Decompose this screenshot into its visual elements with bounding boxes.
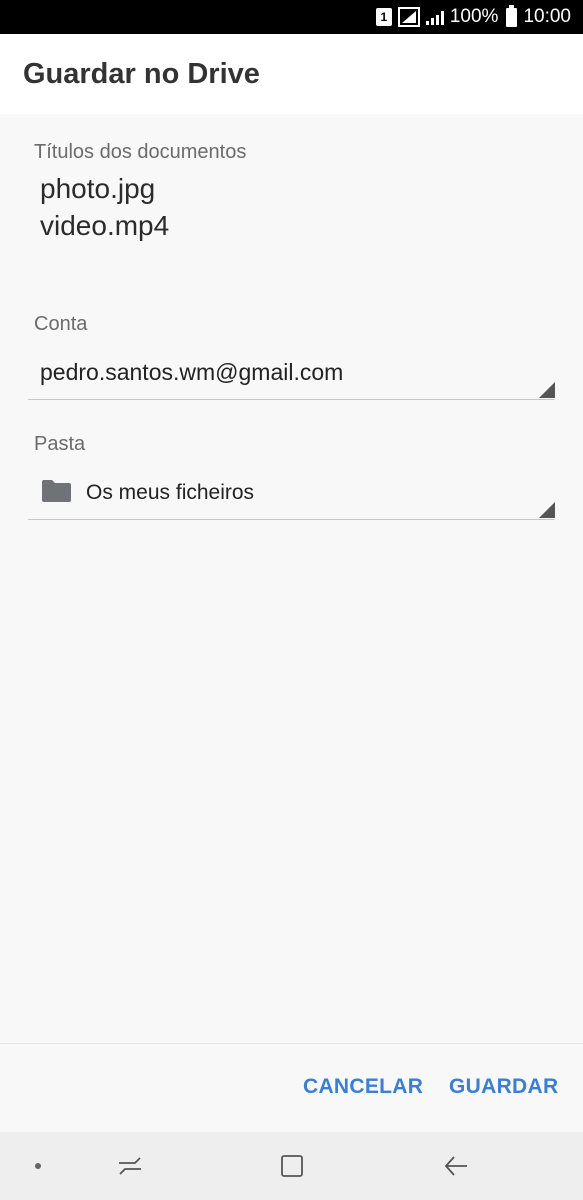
- back-icon[interactable]: [443, 1154, 469, 1178]
- account-dropdown[interactable]: pedro.santos.wm@gmail.com: [28, 344, 555, 400]
- documents-label: Títulos dos documentos: [34, 141, 247, 163]
- status-bar: 1 100% 10:00: [0, 0, 583, 34]
- page-title: Guardar no Drive: [23, 58, 260, 90]
- document-title-video: video.mp4: [40, 210, 170, 241]
- folder-dropdown[interactable]: Os meus ficheiros: [28, 464, 555, 520]
- battery-percent: 100%: [449, 6, 499, 27]
- recent-apps-icon[interactable]: [117, 1154, 143, 1178]
- app-header: Guardar no Drive: [0, 34, 583, 114]
- account-value: pedro.santos.wm@gmail.com: [40, 359, 344, 385]
- actions-divider: [0, 1043, 583, 1044]
- home-icon[interactable]: [280, 1153, 306, 1179]
- folder-value: Os meus ficheiros: [86, 481, 255, 504]
- folder-icon: [42, 480, 71, 502]
- signal-icon: [397, 7, 420, 27]
- dropdown-arrow-icon: [539, 502, 555, 518]
- save-button[interactable]: GUARDAR: [449, 1075, 558, 1099]
- cancel-button[interactable]: CANCELAR: [303, 1075, 423, 1099]
- sim-icon: 1: [375, 8, 392, 26]
- navigation-bar: [0, 1132, 583, 1200]
- cell-bars-icon: [425, 9, 444, 25]
- document-title-photo: photo.jpg: [40, 173, 156, 204]
- nav-dot-indicator: [35, 1163, 41, 1169]
- account-label: Conta: [34, 313, 88, 335]
- folder-label: Pasta: [34, 433, 86, 455]
- screen: 1 100% 10:00 Guardar no Drive Títulos do…: [0, 0, 583, 1200]
- clock: 10:00: [523, 6, 571, 27]
- battery-icon: [506, 4, 518, 27]
- dropdown-arrow-icon: [539, 382, 555, 398]
